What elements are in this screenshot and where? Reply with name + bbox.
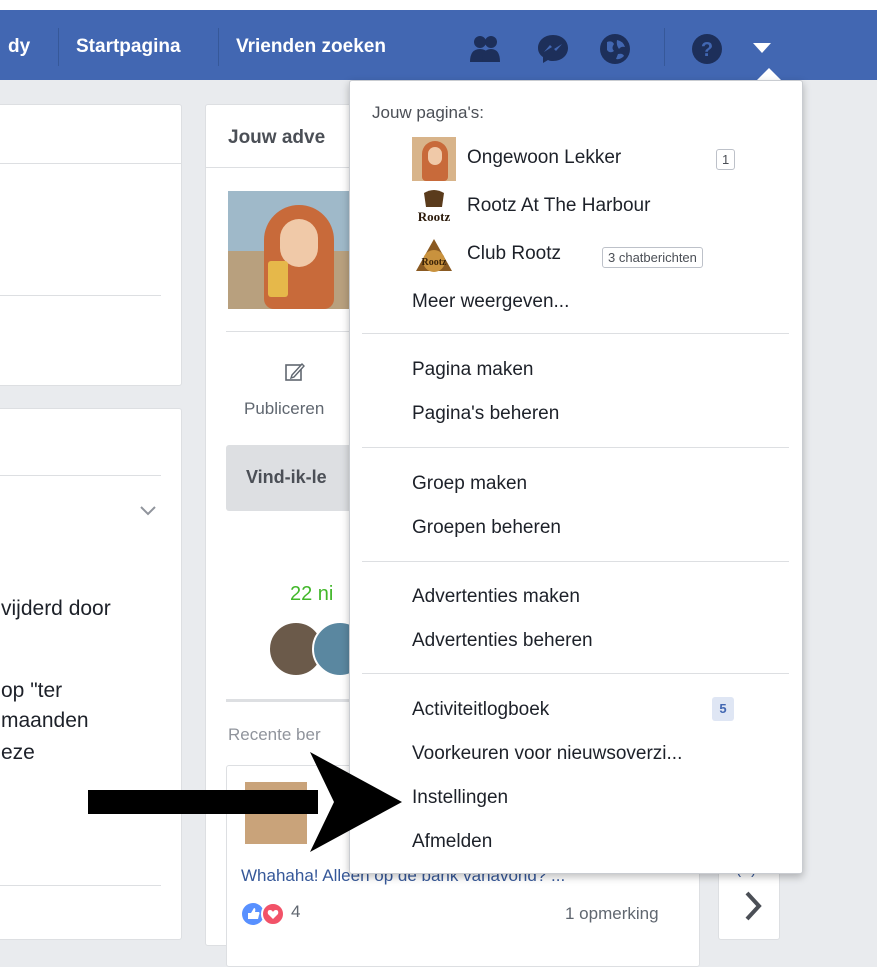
divider [0, 163, 181, 164]
publish-label[interactable]: Publiceren [244, 399, 324, 419]
nav-find-friends-link[interactable]: Vrienden zoeken [236, 36, 386, 58]
settings-item[interactable]: Instellingen [412, 787, 508, 809]
show-more-link[interactable]: Meer weergeven... [412, 291, 569, 313]
page-name: Ongewoon Lekker [467, 147, 622, 168]
pointer-arrow-icon [88, 752, 402, 852]
friends-icon[interactable] [468, 32, 502, 66]
manage-pages-item[interactable]: Pagina's beheren [412, 403, 559, 425]
chevron-down-icon[interactable] [139, 505, 157, 517]
left-post-text-4: eze [1, 741, 35, 764]
edit-icon[interactable] [284, 361, 306, 383]
manage-groups-item[interactable]: Groepen beheren [412, 517, 561, 539]
divider [0, 475, 161, 476]
nav-profile-link[interactable]: dy [8, 36, 30, 58]
page-name: Club Rootz [467, 243, 561, 264]
menu-divider [362, 561, 789, 562]
left-post-text-3: maanden [1, 709, 89, 732]
divider [226, 699, 366, 702]
reactions-icon[interactable] [241, 902, 287, 926]
nav-divider [58, 28, 59, 66]
comment-count[interactable]: 1 opmerking [565, 904, 659, 924]
messenger-icon[interactable] [536, 32, 570, 66]
menu-caret-icon[interactable] [750, 38, 774, 58]
card-title: Jouw adve [228, 127, 326, 148]
menu-divider [362, 673, 789, 674]
svg-text:?: ? [701, 39, 713, 61]
menu-pointer [757, 68, 781, 80]
left-post-text-1: vijderd door [1, 597, 111, 620]
chevron-right-icon[interactable] [743, 889, 763, 923]
create-group-item[interactable]: Groep maken [412, 473, 527, 495]
account-dropdown-menu: Jouw pagina's: Ongewoon Lekker 1 Rootz R… [349, 80, 803, 874]
left-card-top [0, 104, 182, 386]
chat-messages-badge: 3 chatberichten [602, 247, 703, 268]
svg-text:Rootz: Rootz [422, 257, 448, 268]
notifications-globe-icon[interactable] [598, 32, 632, 66]
nav-home-link[interactable]: Startpagina [76, 36, 181, 58]
help-icon[interactable]: ? [690, 32, 724, 66]
rootz-logo-icon: Rootz [412, 185, 456, 229]
svg-text:Rootz: Rootz [418, 209, 451, 224]
activity-log-item[interactable]: Activiteitlogboek [412, 699, 549, 721]
activity-log-badge: 5 [712, 697, 734, 721]
profile-photo[interactable] [228, 191, 353, 309]
left-card-post: vijderd door op "ter maanden eze [0, 408, 182, 940]
notification-badge: 1 [716, 149, 736, 170]
create-ads-item[interactable]: Advertenties maken [412, 586, 580, 608]
divider [0, 295, 161, 296]
your-pages-header: Jouw pagina's: [372, 103, 484, 122]
new-likes-count[interactable]: 22 ni [290, 583, 333, 606]
recent-posts-heading: Recente ber [228, 725, 321, 744]
divider [206, 167, 366, 168]
divider [226, 331, 366, 332]
logout-item[interactable]: Afmelden [412, 831, 492, 853]
page-name: Rootz At The Harbour [467, 195, 651, 216]
nav-divider [218, 28, 219, 66]
blue-nav-bar: dy Startpagina Vrienden zoeken ? [0, 10, 877, 80]
left-post-text-2: op "ter [1, 679, 63, 702]
menu-divider [362, 447, 789, 448]
club-rootz-logo-icon: Rootz [412, 233, 456, 277]
news-feed-preferences-item[interactable]: Voorkeuren voor nieuwsoverzi... [412, 743, 682, 765]
create-page-item[interactable]: Pagina maken [412, 359, 533, 381]
reaction-count: 4 [291, 902, 301, 921]
divider [0, 885, 161, 886]
manage-ads-item[interactable]: Advertenties beheren [412, 630, 593, 652]
menu-divider [362, 333, 789, 334]
nav-divider [664, 28, 665, 66]
page-thumbnail [412, 137, 456, 181]
